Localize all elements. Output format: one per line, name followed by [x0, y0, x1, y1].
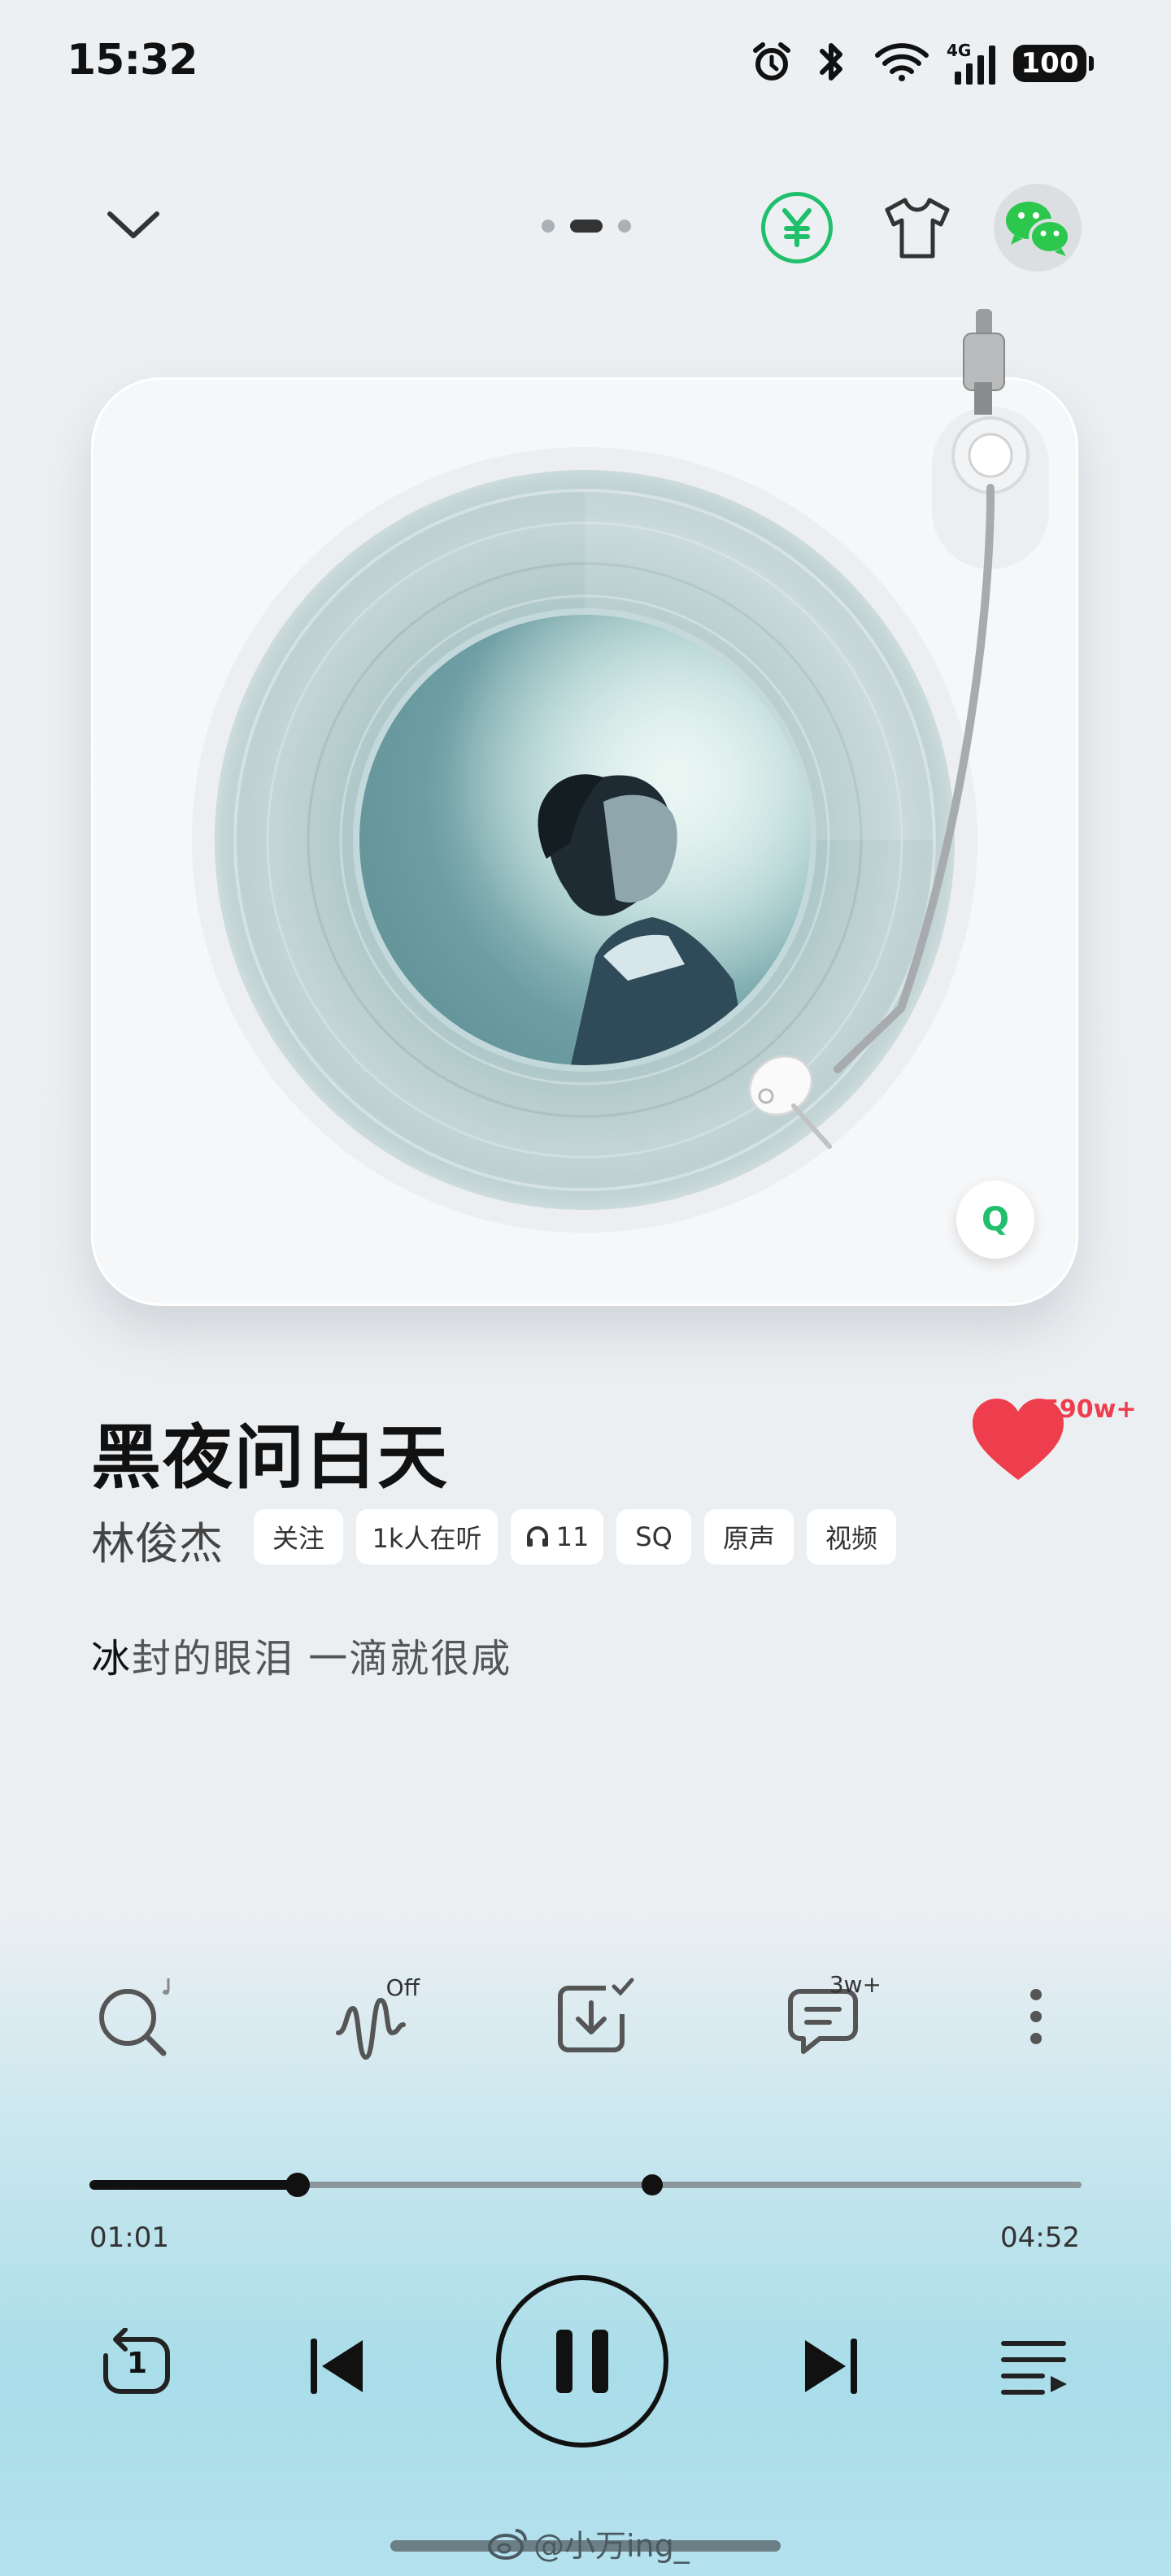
bluetooth-icon [812, 37, 852, 86]
quality-tag[interactable]: SQ [616, 1509, 691, 1564]
q-badge-icon[interactable]: Q [956, 1181, 1034, 1259]
song-title: 黑夜问白天 [91, 1417, 449, 1499]
share-wechat-button[interactable] [994, 184, 1082, 272]
headphone-tag[interactable]: 11 [511, 1509, 603, 1564]
repeat-mode-button[interactable]: 1 [91, 2324, 182, 2405]
watermark-text: @小万ing_ [533, 2528, 690, 2564]
t-shirt-skin-icon [885, 198, 950, 259]
collapse-button[interactable] [93, 189, 174, 262]
original-tag[interactable]: 原声 [704, 1509, 794, 1564]
chevron-down-icon [107, 211, 159, 238]
playlist-icon [1001, 2341, 1067, 2395]
current-lyric[interactable]: 冰封的眼泪 一滴就很咸 [91, 1626, 511, 1683]
yuan-coin-icon [782, 208, 812, 247]
weibo-icon [488, 2528, 527, 2560]
listeners-tag[interactable]: 1k人在听 [356, 1509, 498, 1564]
artist-name[interactable]: 林俊杰 [91, 1508, 223, 1572]
download-icon [558, 1978, 634, 2052]
more-button[interactable] [987, 1968, 1085, 2065]
alarm-icon [748, 37, 795, 86]
weibo-watermark: @小万ing_ [488, 2521, 690, 2565]
play-pause-button[interactable] [496, 2275, 668, 2448]
video-tag[interactable]: 视频 [807, 1509, 896, 1564]
previous-button[interactable] [296, 2326, 377, 2407]
status-time: 15:32 [67, 36, 198, 85]
page-dot [618, 220, 631, 233]
repeat-mode-number: 1 [127, 2347, 148, 2380]
comment-button[interactable]: 3w+ [768, 1968, 882, 2065]
music-search-button[interactable] [86, 1968, 184, 2065]
page-indicator[interactable] [542, 218, 631, 234]
cellular-signal-icon [951, 41, 1000, 89]
vip-coin-button[interactable] [761, 192, 833, 263]
lyric-rest: 封的眼泪 一滴就很咸 [132, 1636, 512, 1682]
wechat-icon [1006, 202, 1071, 256]
highlight-marker[interactable] [641, 2174, 663, 2195]
skin-button[interactable] [878, 189, 956, 267]
page-dot-active [570, 220, 603, 233]
more-vertical-icon [1030, 1989, 1042, 2044]
download-button[interactable] [537, 1968, 651, 2065]
headphone-icon [526, 1526, 548, 1547]
playlist-button[interactable] [990, 2326, 1080, 2407]
like-count: 590w+ [1043, 1395, 1137, 1424]
comment-count-badge: 3w+ [829, 1971, 882, 1998]
battery-icon: 100 [1013, 45, 1094, 82]
progress-thumb[interactable] [285, 2173, 311, 2197]
pause-icon [556, 2330, 608, 2393]
sound-effect-button[interactable]: Off [314, 1968, 428, 2065]
lyric-highlight: 冰 [91, 1636, 133, 1682]
headphone-count: 11 [555, 1521, 590, 1552]
effect-off-badge: Off [385, 1974, 420, 2001]
time-elapsed: 01:01 [89, 2221, 169, 2254]
time-total: 04:52 [1000, 2221, 1080, 2254]
page-dot [542, 220, 555, 233]
previous-icon [311, 2339, 363, 2394]
tonearm[interactable] [716, 301, 1073, 1163]
search-music-icon [99, 1978, 170, 2056]
next-icon [805, 2339, 857, 2394]
wifi-icon [873, 37, 930, 86]
progress-played [89, 2180, 298, 2190]
next-button[interactable] [790, 2326, 872, 2407]
follow-tag[interactable]: 关注 [254, 1509, 343, 1564]
